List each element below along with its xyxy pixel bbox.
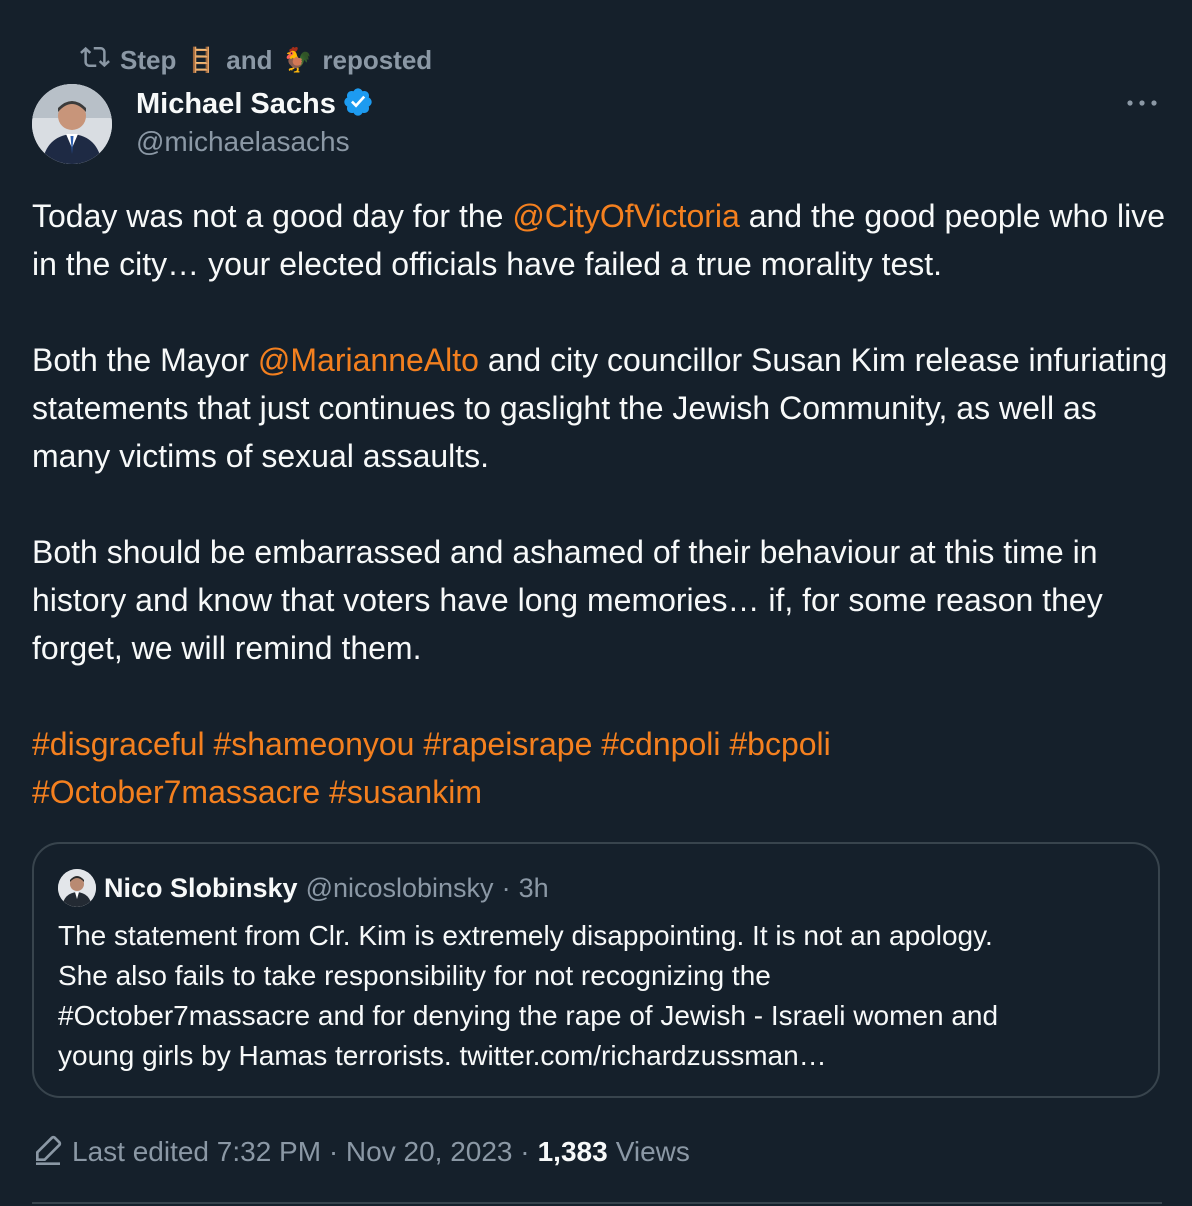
tweet-text: Today was not a good day for the @CityOf… [32,192,1172,816]
edit-pencil-icon [32,1133,64,1172]
quoted-timestamp[interactable]: 3h [519,873,549,904]
tweet-paragraph-1: Today was not a good day for the @CityOf… [32,198,1166,282]
author-handle[interactable]: @michaelasachs [136,126,374,158]
quoted-separator: · [501,872,511,903]
hashtag[interactable]: #susankim [329,774,482,810]
repost-and: and [226,44,273,75]
repost-label: reposted [322,44,433,75]
verified-badge-icon[interactable] [342,86,374,123]
more-options-icon[interactable] [1124,88,1160,118]
quoted-author-avatar[interactable] [58,869,96,907]
author-avatar[interactable] [32,84,112,164]
hashtag[interactable]: #shameonyou [213,726,414,762]
hashtag[interactable]: #rapeisrape [423,726,592,762]
ladder-emoji: 🪜 [186,46,217,74]
repost-indicator[interactable]: Step 🪜 and 🐓 reposted [80,40,432,80]
divider [32,1202,1162,1204]
quoted-tweet[interactable]: Nico Slobinsky @nicoslobinsky · 3h The s… [32,842,1160,1098]
quoted-line: young girls by Hamas terrorists. twitter… [58,1040,827,1071]
author-block: Michael Sachs @michaelasachs [136,84,374,158]
hashtag-list: #disgraceful #shameonyou #rapeisrape #cd… [32,720,1172,816]
quoted-author-name[interactable]: Nico Slobinsky [104,873,298,904]
quoted-tweet-header: Nico Slobinsky @nicoslobinsky · 3h [58,868,549,908]
hashtag[interactable]: #bcpoli [729,726,830,762]
hashtag[interactable]: #disgraceful [32,726,205,762]
quoted-line: She also fails to take responsibility fo… [58,960,771,991]
repost-icon [80,42,110,79]
last-edited-link[interactable]: Last edited 7:32 PM · Nov 20, 2023 · [72,1136,530,1168]
repost-user-1[interactable]: Step [120,45,176,76]
tweet-paragraph-2: Both the Mayor @MarianneAlto and city co… [32,342,1168,474]
mention-cityofvictoria[interactable]: @CityOfVictoria [512,198,740,234]
hashtag[interactable]: #cdnpoli [601,726,720,762]
hashtag[interactable]: #October7massacre [32,774,320,810]
quoted-line: #October7massacre and for denying the ra… [58,1000,999,1031]
rooster-emoji: 🐓 [282,46,313,74]
quoted-tweet-text: The statement from Clr. Kim is extremely… [58,916,1134,1076]
tweet-meta: Last edited 7:32 PM · Nov 20, 2023 · 1,3… [32,1132,690,1172]
author-name[interactable]: Michael Sachs [136,88,336,121]
tweet-paragraph-3: Both should be embarrassed and ashamed o… [32,534,1103,666]
quoted-line: The statement from Clr. Kim is extremely… [58,920,993,951]
views-count: 1,383 [537,1136,608,1167]
quoted-author-handle[interactable]: @nicoslobinsky [306,873,494,904]
views-label: Views [615,1136,690,1167]
mention-mariannealto[interactable]: @MarianneAlto [258,342,479,378]
